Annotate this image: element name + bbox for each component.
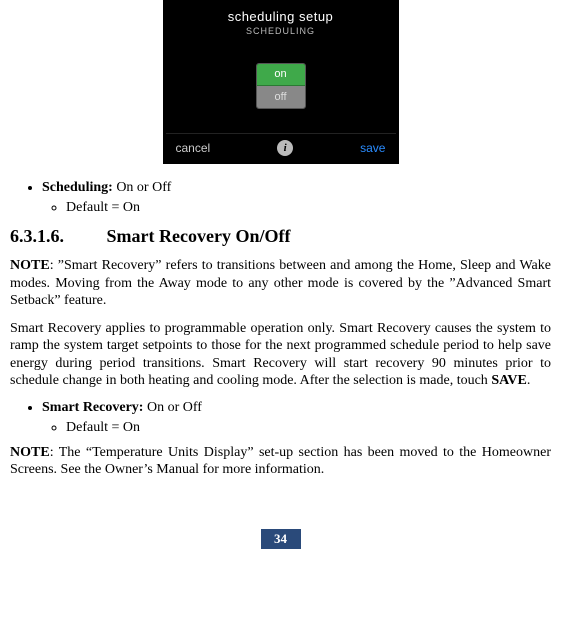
device-title: scheduling setup xyxy=(166,9,396,24)
body-paragraph: Smart Recovery applies to programmable o… xyxy=(10,320,551,390)
note-text: : ”Smart Recovery” refers to transitions… xyxy=(10,258,551,308)
paragraph-text: Smart Recovery applies to programmable o… xyxy=(10,321,551,389)
list-item: Default = On xyxy=(66,420,551,436)
bullet-list-scheduling: Scheduling: On or Off Default = On xyxy=(10,180,551,216)
bullet-label: Scheduling: xyxy=(42,180,113,195)
paragraph-tail: . xyxy=(527,373,531,388)
note-paragraph: NOTE: ”Smart Recovery” refers to transit… xyxy=(10,257,551,310)
note-label: NOTE xyxy=(10,258,50,273)
scheduling-toggle[interactable]: on off xyxy=(256,63,306,109)
section-title: Smart Recovery On/Off xyxy=(107,226,291,246)
thermostat-screen: scheduling setup SCHEDULING on off cance… xyxy=(163,0,399,164)
device-header: scheduling setup SCHEDULING xyxy=(166,3,396,38)
section-number: 6.3.1.6. xyxy=(10,226,102,247)
save-word: SAVE xyxy=(491,373,527,388)
toggle-option-off[interactable]: off xyxy=(257,86,305,108)
note-text: : The “Temperature Units Display” set-up… xyxy=(10,445,551,478)
note-paragraph: NOTE: The “Temperature Units Display” se… xyxy=(10,444,551,479)
sub-list: Default = On xyxy=(42,420,551,436)
list-item: Default = On xyxy=(66,200,551,216)
page-number: 34 xyxy=(261,529,301,549)
bullet-label: Smart Recovery: xyxy=(42,400,143,415)
cancel-button[interactable]: cancel xyxy=(176,141,211,155)
toggle-option-on[interactable]: on xyxy=(257,64,305,86)
bullet-value: On or Off xyxy=(116,180,171,195)
save-button[interactable]: save xyxy=(360,141,385,155)
info-icon[interactable]: i xyxy=(277,140,293,156)
list-item: Scheduling: On or Off Default = On xyxy=(42,180,551,216)
note-label: NOTE xyxy=(10,445,50,460)
page: scheduling setup SCHEDULING on off cance… xyxy=(0,0,561,559)
bullet-list-smart-recovery: Smart Recovery: On or Off Default = On xyxy=(10,400,551,436)
device-subtitle: SCHEDULING xyxy=(166,26,396,36)
sub-list: Default = On xyxy=(42,200,551,216)
device-footer: cancel i save xyxy=(166,133,396,161)
device-body: on off xyxy=(166,38,396,133)
list-item: Smart Recovery: On or Off Default = On xyxy=(42,400,551,436)
section-heading: 6.3.1.6. Smart Recovery On/Off xyxy=(10,226,551,247)
bullet-value: On or Off xyxy=(147,400,202,415)
